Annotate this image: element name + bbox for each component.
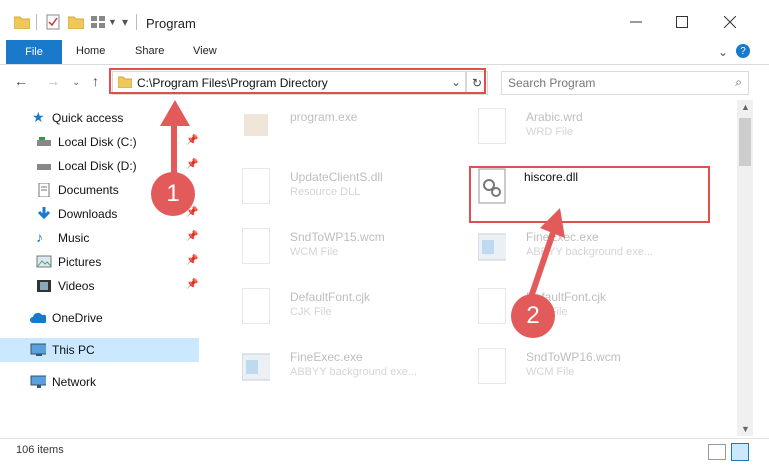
annotation-arrows — [160, 100, 565, 301]
step-badge-1: 1 — [151, 172, 195, 216]
arrow-1-head — [160, 100, 190, 126]
step-badge-2: 2 — [511, 294, 555, 338]
arrow-2 — [527, 223, 559, 301]
